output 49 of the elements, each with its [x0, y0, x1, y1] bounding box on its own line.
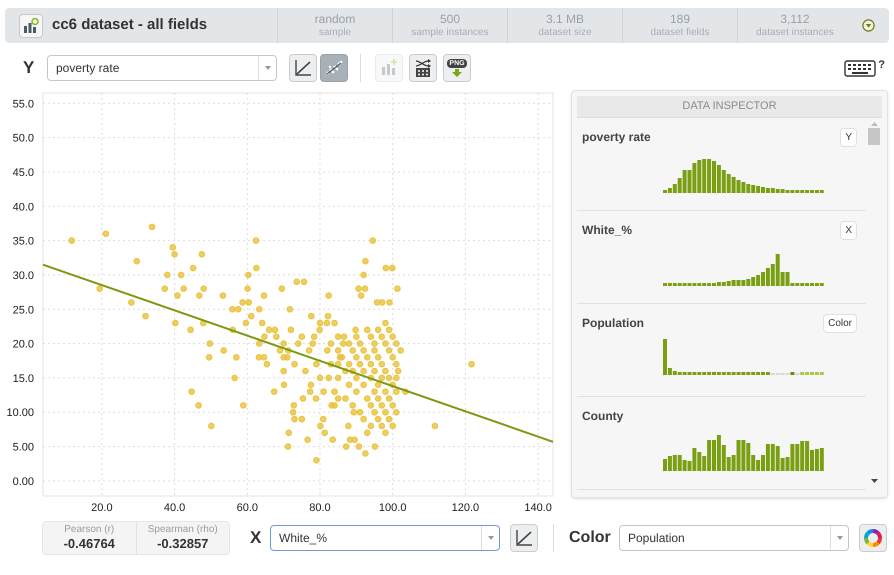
stat-value: 189 [670, 12, 690, 27]
panel-title: DATA INSPECTOR [577, 96, 882, 118]
tick-label: 100.0 [378, 502, 406, 514]
tick-label: 45.0 [12, 166, 34, 179]
dropdown-select[interactable]: poverty rate [47, 55, 277, 81]
field-name: poverty rate [582, 129, 651, 146]
stat-label: Spearman (rho) [148, 524, 218, 536]
stat-value: 3.1 MB [546, 12, 584, 27]
field-name: Population [582, 315, 644, 332]
stat-value: random [314, 12, 356, 27]
tick-label: 15.0 [12, 372, 34, 385]
axis-label: Y [23, 57, 36, 80]
stat-value: -0.46764 [64, 536, 115, 552]
stat-label: dataset instances [756, 26, 834, 40]
tick-label: 120.0 [452, 502, 480, 514]
axis-badge[interactable]: Color [823, 314, 857, 333]
tick-label: 0.00 [12, 476, 34, 488]
axis-badge[interactable]: X [840, 221, 857, 240]
help-mark[interactable]: ? [878, 57, 885, 74]
stat-label: sample instances [411, 26, 489, 40]
stat-label: dataset fields [650, 26, 710, 40]
tick-label: 60.0 [236, 502, 258, 514]
tick-label: 40.0 [164, 502, 186, 514]
stat-value: -0.32857 [157, 536, 208, 552]
stat-value: 3,112 [780, 12, 810, 27]
tick-label: 20.0 [12, 338, 34, 351]
tick-label: 30.0 [12, 270, 34, 282]
tick-label: 40.0 [12, 201, 34, 214]
tick-label: 5.00 [12, 442, 34, 454]
tick-label: 50.0 [12, 132, 34, 145]
field-name: White_% [582, 222, 632, 239]
dropdown-select[interactable]: Population [619, 525, 849, 551]
field-name: County [582, 408, 624, 425]
stat-label: dataset size [538, 26, 592, 40]
axis-badge[interactable]: Y [840, 128, 857, 147]
stat-label: Pearson (r) [64, 524, 114, 536]
tick-label: 140.0 [524, 502, 552, 514]
tick-label: 25.0 [12, 304, 34, 316]
tick-label: 10.00 [6, 407, 34, 420]
tick-label: 80.0 [309, 502, 331, 514]
dataset-title: cc6 dataset - all fields [52, 15, 208, 36]
stat-label: sample [318, 26, 352, 40]
tick-label: 20.0 [91, 502, 113, 514]
dropdown-select[interactable]: White_% [270, 525, 500, 551]
stat-value: 500 [440, 12, 460, 27]
tick-label: 35.0 [12, 236, 34, 248]
axis-label: Color [569, 528, 612, 548]
axis-label: X [250, 527, 262, 550]
tick-label: 55.0 [12, 98, 34, 110]
